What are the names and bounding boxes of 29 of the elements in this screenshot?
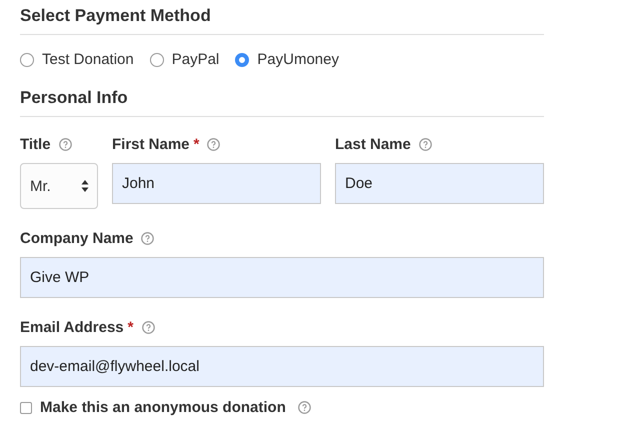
field-label: Last Name xyxy=(335,136,411,152)
field-label: Title xyxy=(20,136,51,152)
help-icon[interactable] xyxy=(58,138,72,150)
help-icon[interactable] xyxy=(298,401,311,414)
radio-button[interactable] xyxy=(235,52,250,66)
input-field[interactable]: John xyxy=(112,163,321,204)
input-field[interactable]: Doe xyxy=(335,163,544,204)
required-mark: * xyxy=(128,318,134,336)
required-mark: * xyxy=(194,136,200,152)
radio-label: PayPal xyxy=(172,51,220,68)
field-label: Email Address xyxy=(20,318,124,336)
field-label: Company Name xyxy=(20,230,134,246)
input-field[interactable]: Give WP xyxy=(20,257,544,298)
help-icon[interactable] xyxy=(141,232,154,244)
checkbox[interactable] xyxy=(20,402,32,414)
radio-label: PayUmoney xyxy=(257,51,339,68)
radio-button[interactable] xyxy=(150,52,164,66)
up-down-arrows-icon xyxy=(81,179,89,193)
radio-button[interactable] xyxy=(20,52,34,66)
checkbox-label: Make this an anonymous donation xyxy=(40,399,286,416)
radio-label: Test Donation xyxy=(42,51,134,68)
section-heading: Personal Info xyxy=(20,87,129,109)
field-label: First Name xyxy=(112,136,190,152)
title-select[interactable]: Mr. xyxy=(20,163,98,209)
help-icon[interactable] xyxy=(142,320,154,334)
help-icon[interactable] xyxy=(418,138,432,150)
input-field[interactable]: dev-email@flywheel.local xyxy=(20,346,544,387)
help-icon[interactable] xyxy=(207,138,220,150)
section-heading: Select Payment Method xyxy=(20,5,212,27)
